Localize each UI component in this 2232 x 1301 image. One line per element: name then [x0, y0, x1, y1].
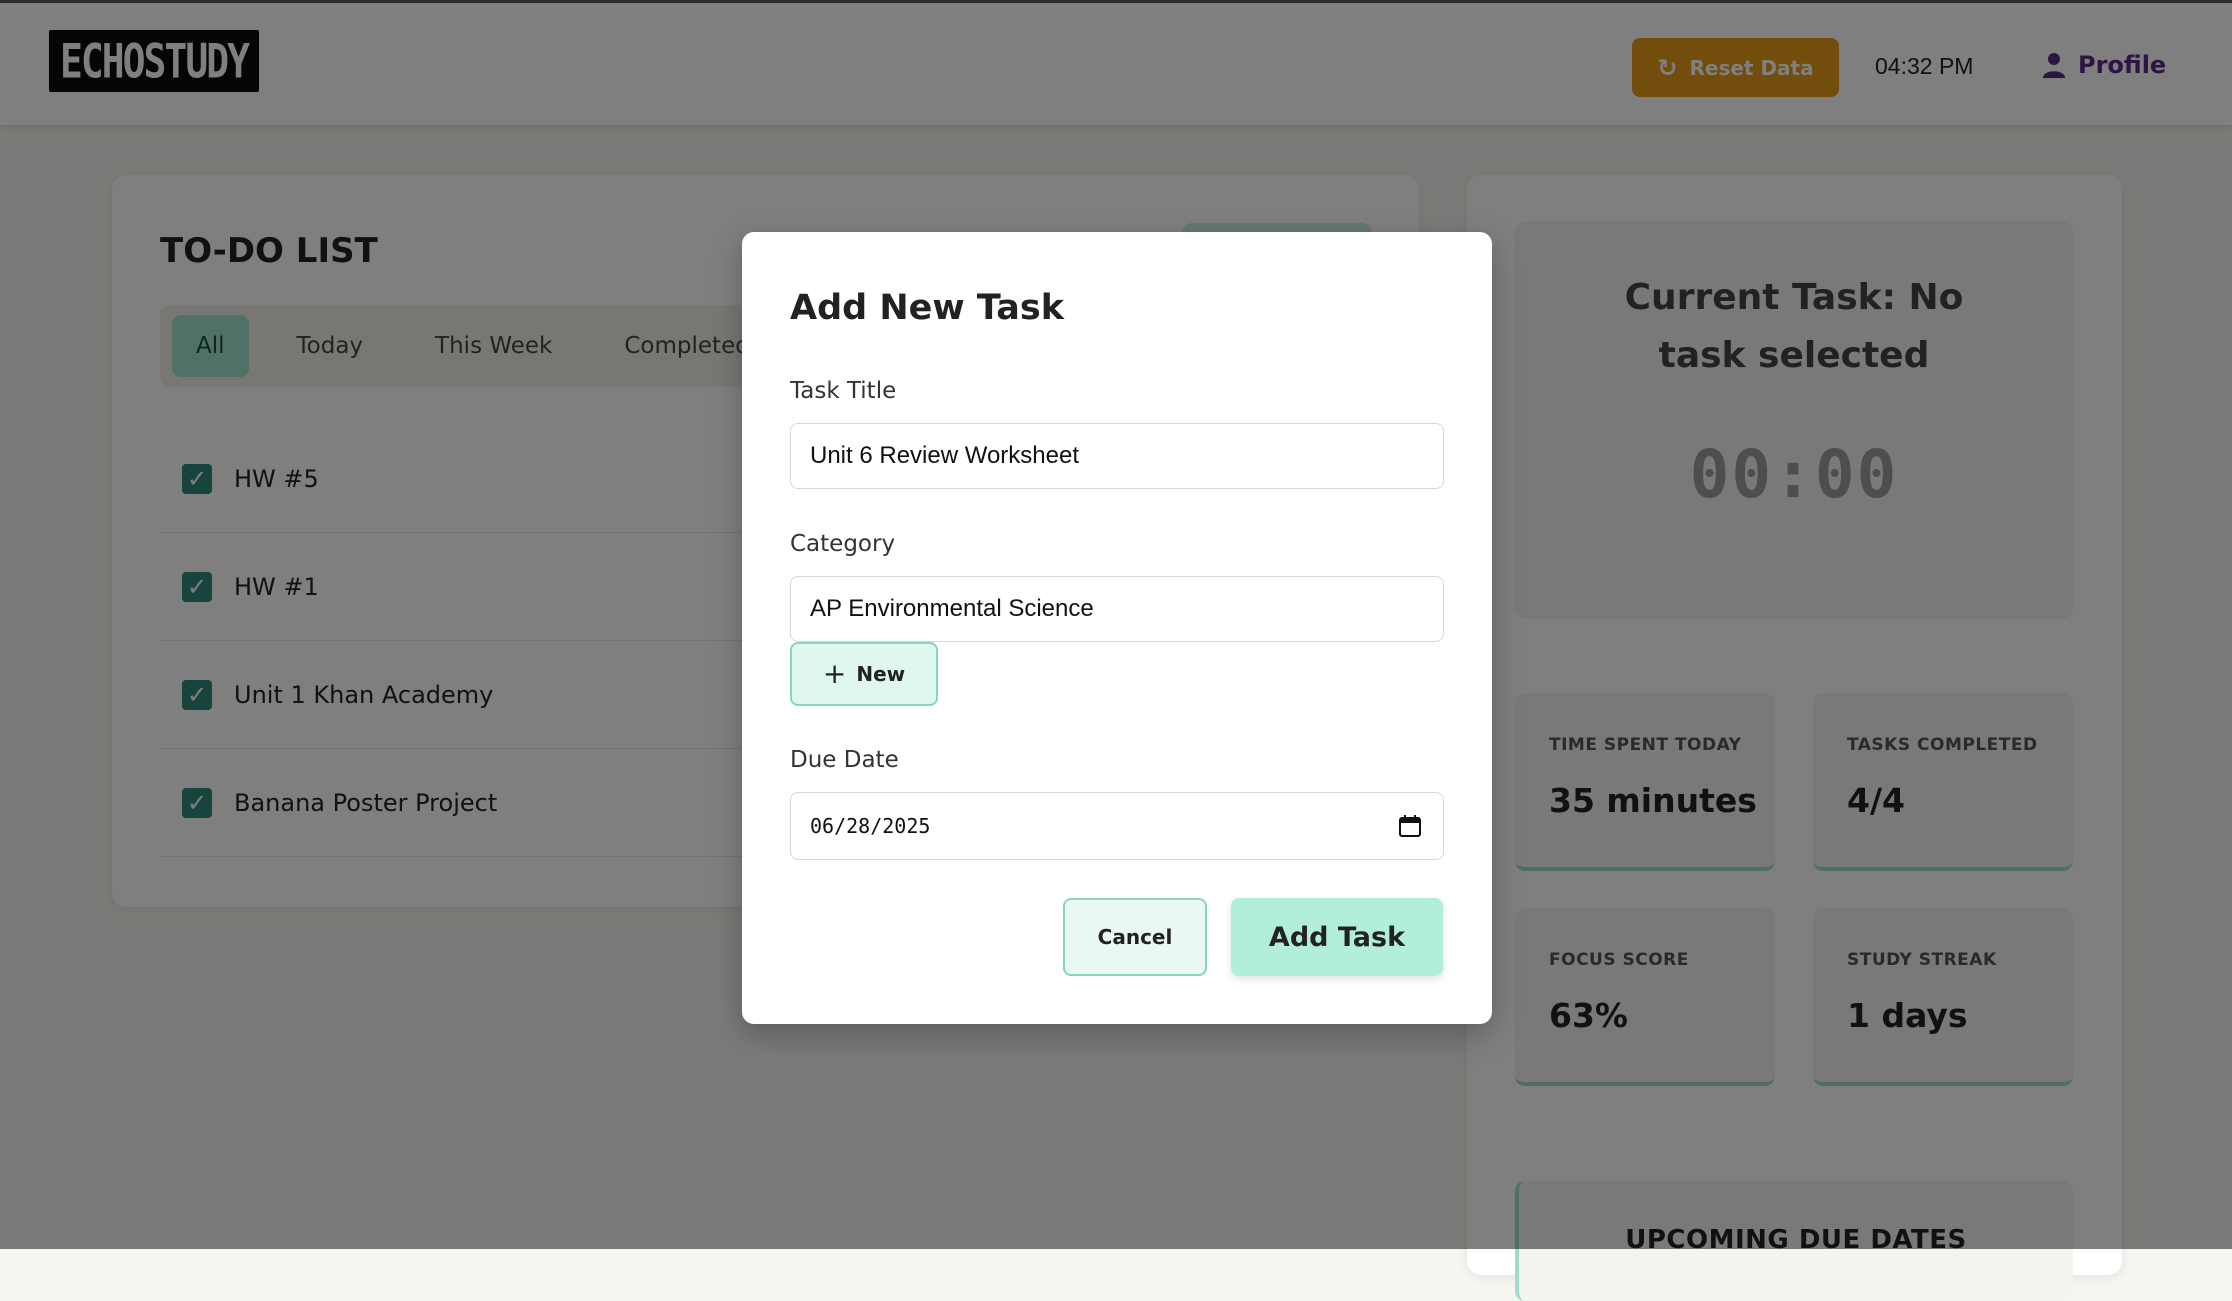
new-category-label: New: [856, 662, 906, 686]
new-category-button[interactable]: + New: [790, 642, 938, 706]
add-task-button[interactable]: Add Task: [1231, 898, 1443, 976]
add-task-modal: Add New Task Task Title Unit 6 Review Wo…: [742, 232, 1492, 1024]
plus-icon: +: [822, 657, 847, 690]
due-date-value: 06/28/2025: [810, 814, 931, 838]
category-input[interactable]: AP Environmental Science: [790, 576, 1444, 642]
calendar-icon[interactable]: [1399, 815, 1421, 837]
task-title-input[interactable]: Unit 6 Review Worksheet: [790, 423, 1444, 489]
cancel-button[interactable]: Cancel: [1063, 898, 1207, 976]
modal-title: Add New Task: [790, 288, 1065, 328]
task-title-label: Task Title: [790, 378, 897, 404]
due-date-input[interactable]: 06/28/2025: [790, 792, 1444, 860]
category-value: AP Environmental Science: [810, 595, 1094, 622]
add-task-label: Add Task: [1268, 921, 1406, 953]
category-label: Category: [790, 531, 896, 557]
cancel-label: Cancel: [1097, 925, 1173, 949]
due-date-label: Due Date: [790, 747, 899, 773]
task-title-value: Unit 6 Review Worksheet: [810, 442, 1079, 469]
